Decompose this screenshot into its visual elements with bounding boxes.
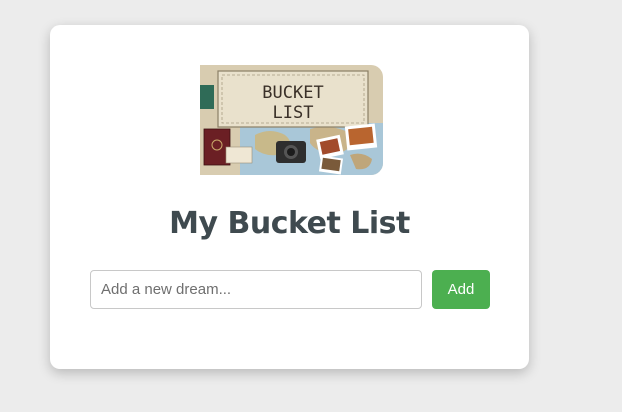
new-dream-input[interactable] <box>90 270 422 309</box>
image-caption-line1: BUCKET <box>262 83 323 103</box>
add-button[interactable]: Add <box>432 270 490 309</box>
bucket-list-image: BUCKET LIST <box>200 65 383 175</box>
image-caption-line2: LIST <box>273 103 314 123</box>
page-title: My Bucket List <box>169 206 410 241</box>
bucket-list-card: BUCKET LIST My Bucket List Add <box>50 25 529 369</box>
